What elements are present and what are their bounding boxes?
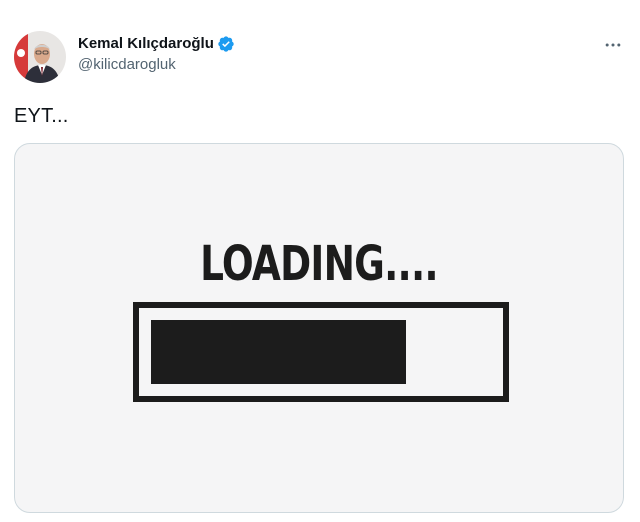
user-handle[interactable]: @kilicdarogluk xyxy=(78,55,235,75)
more-options-button[interactable] xyxy=(598,30,628,60)
tweet-media-image[interactable]: LOADING.... xyxy=(14,143,624,513)
progress-bar-frame xyxy=(133,302,509,402)
verified-badge-icon xyxy=(217,35,235,53)
tweet-text: EYT... xyxy=(14,105,69,127)
author-info[interactable]: Kemal Kılıçdaroğlu @kilicdarogluk xyxy=(78,34,235,75)
avatar[interactable] xyxy=(14,31,66,83)
display-name[interactable]: Kemal Kılıçdaroğlu xyxy=(78,34,214,54)
image-loading-text: LOADING.... xyxy=(200,236,438,292)
name-row: Kemal Kılıçdaroğlu xyxy=(78,34,235,54)
avatar-image xyxy=(14,31,66,83)
more-options-icon xyxy=(605,43,621,47)
tweet: Kemal Kılıçdaroğlu @kilicdarogluk EYT...… xyxy=(0,0,640,522)
progress-bar-fill xyxy=(151,320,406,384)
